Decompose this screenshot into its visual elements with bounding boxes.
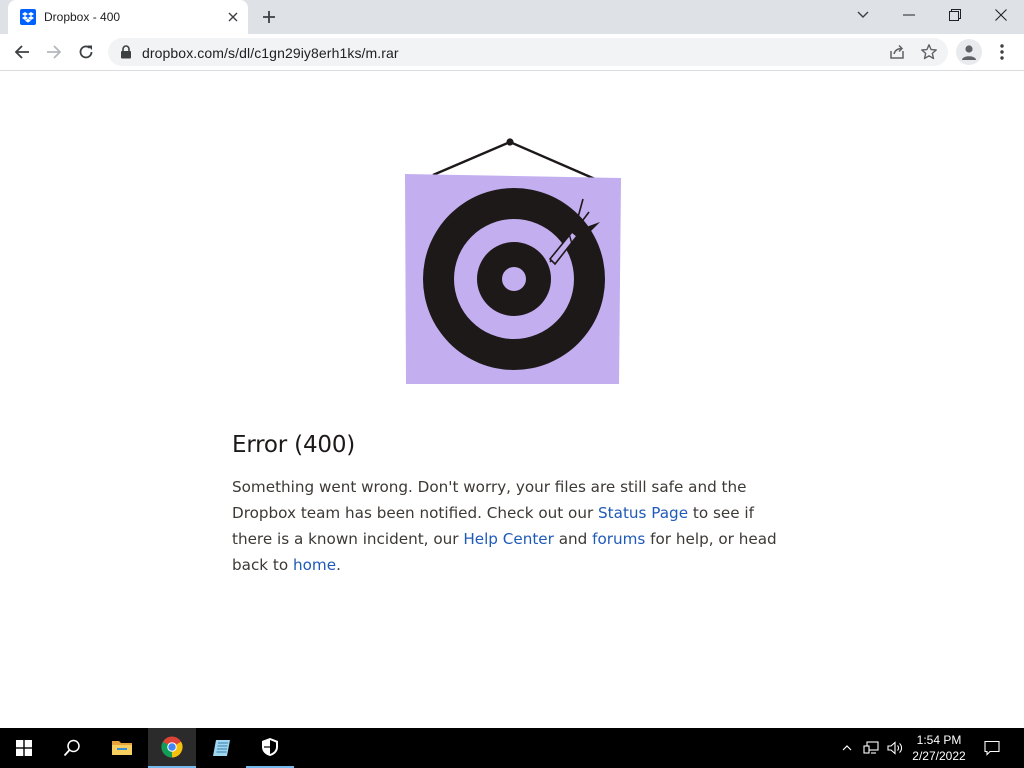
address-bar[interactable]: dropbox.com/s/dl/c1gn29iy8erh1ks/m.rar <box>108 38 948 66</box>
reload-button[interactable] <box>72 38 100 66</box>
status-page-link[interactable]: Status Page <box>598 504 688 522</box>
new-tab-button[interactable] <box>258 6 280 28</box>
notepad-icon[interactable] <box>198 728 246 768</box>
volume-icon[interactable] <box>884 728 906 768</box>
forward-button[interactable] <box>40 38 68 66</box>
forums-link[interactable]: forums <box>592 530 645 548</box>
browser-tab[interactable]: Dropbox - 400 <box>8 0 248 34</box>
error-message-text: and <box>553 530 593 548</box>
clock-date: 2/27/2022 <box>912 749 966 763</box>
search-icon[interactable] <box>48 728 96 768</box>
kebab-menu-icon[interactable] <box>990 38 1014 66</box>
dartboard-target-illustration <box>405 138 621 384</box>
tab-close-icon[interactable] <box>224 8 242 26</box>
file-explorer-icon[interactable] <box>98 728 146 768</box>
bookmark-star-icon[interactable] <box>920 43 938 61</box>
error-title: Error (400) <box>232 432 356 458</box>
show-hidden-icons-chevron-icon[interactable] <box>838 728 856 768</box>
url-text[interactable]: dropbox.com/s/dl/c1gn29iy8erh1ks/m.rar <box>142 45 399 61</box>
error-content: Error (400) Something went wrong. Don't … <box>232 432 792 578</box>
error-message: Something went wrong. Don't worry, your … <box>232 474 792 578</box>
system-clock[interactable]: 1:54 PM 2/27/2022 <box>906 732 972 764</box>
profile-avatar-icon[interactable] <box>956 39 982 65</box>
dropbox-icon <box>20 9 36 25</box>
restore-button[interactable] <box>932 0 978 30</box>
windows-start-icon[interactable] <box>0 728 48 768</box>
close-window-button[interactable] <box>978 0 1024 30</box>
taskbar: 1:54 PM 2/27/2022 <box>0 728 1024 768</box>
lock-icon[interactable] <box>120 45 132 59</box>
minimize-button[interactable] <box>886 0 932 30</box>
network-icon[interactable] <box>860 728 882 768</box>
home-link[interactable]: home <box>293 556 336 574</box>
page-content: Error (400) Something went wrong. Don't … <box>0 72 1024 728</box>
windows-security-shield-icon[interactable] <box>246 728 294 768</box>
share-icon[interactable] <box>888 43 906 61</box>
notification-center-icon[interactable] <box>980 728 1004 768</box>
browser-toolbar: dropbox.com/s/dl/c1gn29iy8erh1ks/m.rar <box>0 34 1024 71</box>
back-button[interactable] <box>8 38 36 66</box>
tab-search-chevron-icon[interactable] <box>840 0 886 30</box>
chrome-icon[interactable] <box>148 728 196 768</box>
error-message-text: . <box>336 556 341 574</box>
help-center-link[interactable]: Help Center <box>463 530 554 548</box>
clock-time: 1:54 PM <box>916 733 962 747</box>
tab-title: Dropbox - 400 <box>44 10 121 24</box>
tab-strip: Dropbox - 400 <box>0 0 1024 34</box>
